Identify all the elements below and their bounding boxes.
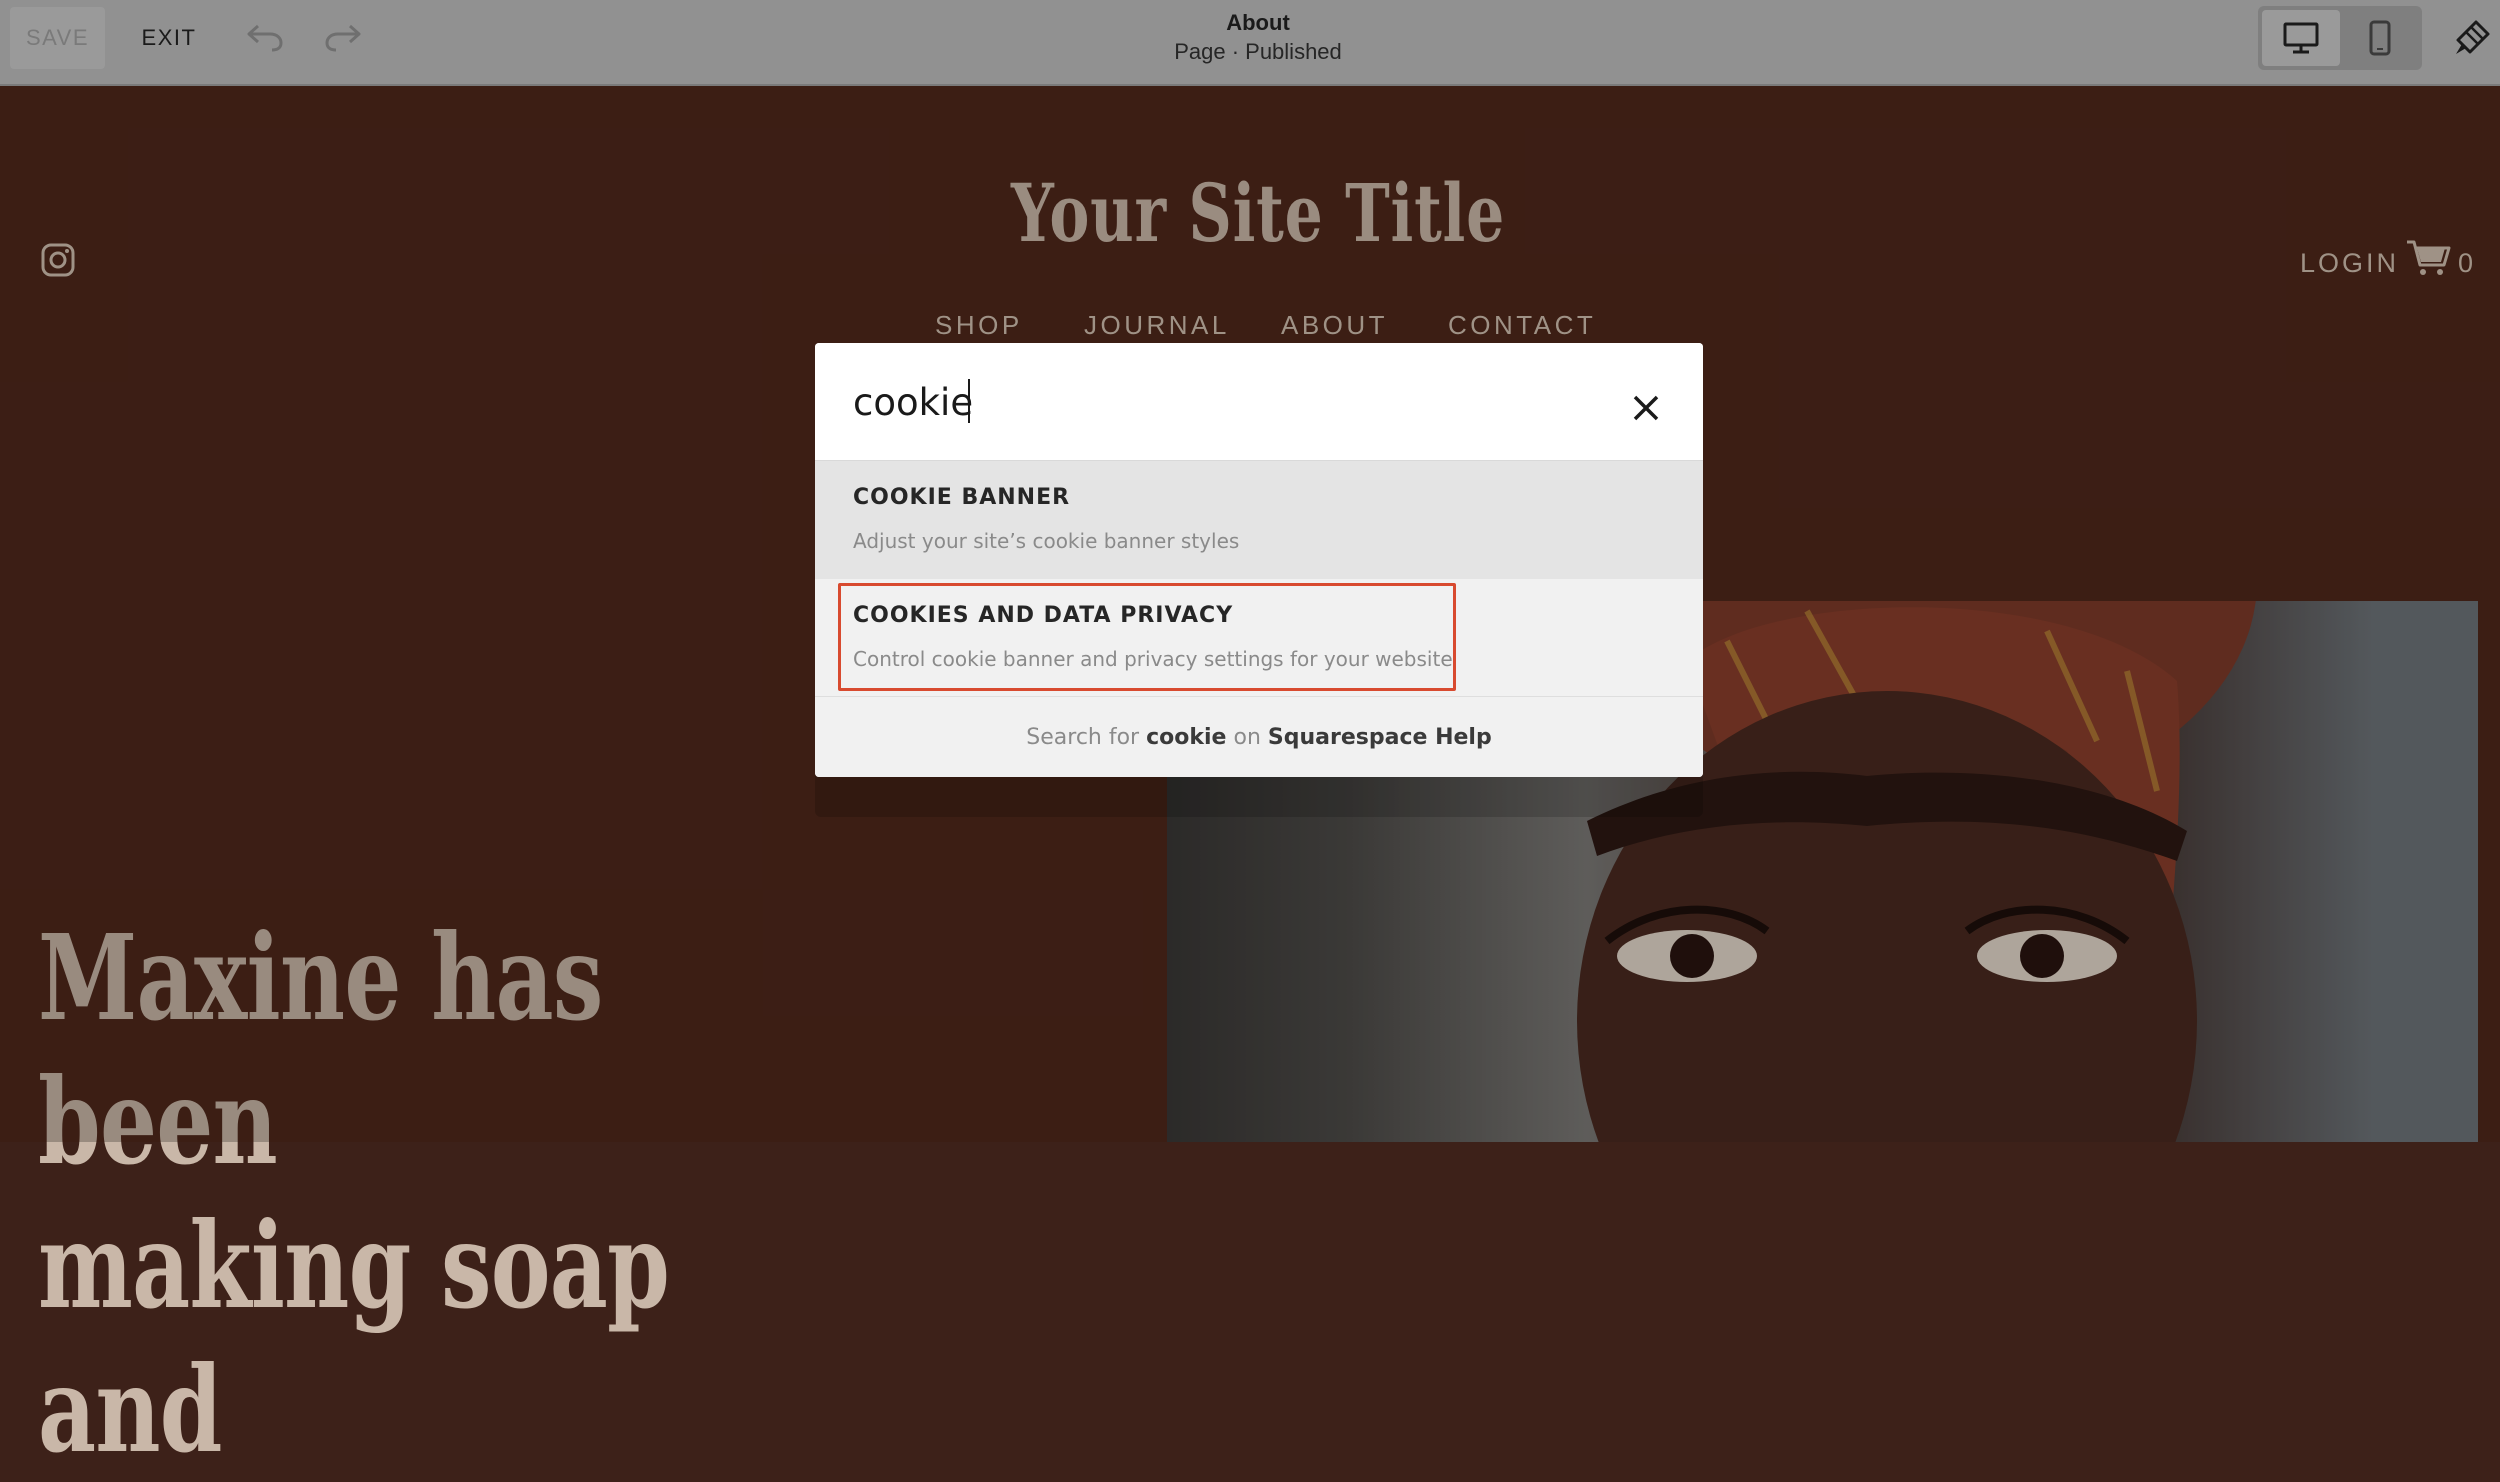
save-button[interactable]: SAVE	[10, 7, 105, 69]
undo-button[interactable]	[240, 14, 290, 60]
search-panel: COOKIE BANNER Adjust your site’s cookie …	[815, 343, 1703, 777]
help-prefix: Search for	[1026, 724, 1140, 750]
search-help-link[interactable]: Search for cookie on Squarespace Help	[815, 697, 1703, 777]
help-target: Squarespace Help	[1267, 724, 1492, 750]
result-title: COOKIE BANNER	[853, 485, 1071, 510]
help-middle: on	[1233, 724, 1261, 750]
undo-icon	[247, 24, 283, 52]
text-caret	[968, 379, 970, 423]
redo-button[interactable]	[318, 14, 368, 60]
page-status: Page · Published	[1174, 39, 1342, 64]
help-query: cookie	[1146, 724, 1227, 750]
highlight-box	[838, 583, 1456, 691]
site-styles-button[interactable]	[2448, 14, 2496, 62]
device-toggle	[2258, 6, 2422, 70]
desktop-view-button[interactable]	[2262, 10, 2340, 66]
result-description: Adjust your site’s cookie banner styles	[853, 529, 1240, 553]
editor-toolbar: SAVE EXIT About Page · Published	[0, 0, 2500, 86]
search-row	[815, 343, 1703, 461]
mobile-view-button[interactable]	[2342, 10, 2418, 66]
redo-icon	[325, 24, 361, 52]
search-result-cookie-banner[interactable]: COOKIE BANNER Adjust your site’s cookie …	[815, 461, 1703, 579]
paintbrush-icon	[2456, 20, 2490, 54]
desktop-icon	[2283, 22, 2319, 54]
exit-button[interactable]: EXIT	[135, 7, 203, 69]
page-title: About	[1226, 10, 1290, 35]
close-icon	[1633, 395, 1659, 421]
close-search-button[interactable]	[1622, 384, 1670, 432]
hero-heading-line-2: making soap and	[38, 1196, 670, 1479]
mobile-icon	[2369, 20, 2391, 56]
search-input[interactable]	[853, 371, 1553, 433]
